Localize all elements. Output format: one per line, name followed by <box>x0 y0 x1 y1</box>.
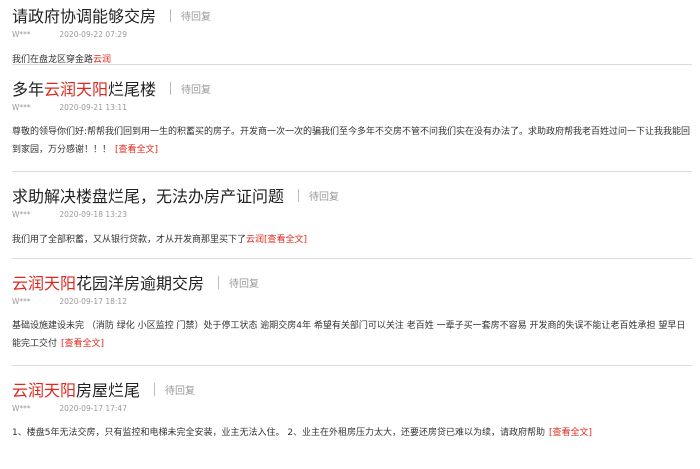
read-more-link[interactable]: [查看全文] <box>264 235 307 245</box>
read-more-link[interactable]: [查看全文] <box>549 428 592 438</box>
list-item: 请政府协调能够交房 待回复 W*** 2020-09-22 07:29 我们在盘… <box>12 2 692 65</box>
post-title-text: 多年 <box>12 80 45 99</box>
post-meta: W*** 2020-09-17 17:47 <box>12 403 692 415</box>
read-more-link[interactable]: [查看全文] <box>61 339 104 349</box>
post-date: 2020-09-21 13:11 <box>59 103 127 112</box>
post-user: W*** <box>12 210 31 219</box>
post-title-row: 云润天阳房屋烂尾 待回复 <box>12 376 692 402</box>
divider <box>170 81 172 95</box>
post-title-text: 烂尾楼 <box>108 80 157 99</box>
post-title-highlight: 云润天阳 <box>12 274 77 293</box>
post-title[interactable]: 请政府协调能够交房 <box>12 3 156 27</box>
post-title-highlight: 云润天阳 <box>44 80 109 99</box>
post-body-text: 基础设施建设未完 （消防 绿化 小区监控 门禁）处于停工状态 逾期交房4年 希望… <box>12 321 686 349</box>
status-badge: 待回复 <box>309 191 340 203</box>
post-date: 2020-09-17 17:47 <box>59 404 127 413</box>
post-title-row: 多年云润天阳烂尾楼 待回复 <box>12 75 692 101</box>
list-item: 云润天阳花园洋房逾期交房 待回复 W*** 2020-09-17 18:12 基… <box>12 269 692 366</box>
post-title[interactable]: 求助解决楼盘烂尾，无法办房产证问题 <box>12 183 284 207</box>
post-body-text: 我们在盘龙区穿金路 <box>12 55 94 65</box>
post-title-row: 云润天阳花园洋房逾期交房 待回复 <box>12 269 692 295</box>
post-title-row: 求助解决楼盘烂尾，无法办房产证问题 待回复 <box>12 182 692 208</box>
post-title[interactable]: 云润天阳房屋烂尾 <box>12 377 140 401</box>
post-title-text: 请政府协调能够交房 <box>12 7 157 26</box>
divider <box>218 275 220 289</box>
post-title-text: 房屋烂尾 <box>76 381 141 400</box>
complaint-list: 请政府协调能够交房 待回复 W*** 2020-09-22 07:29 我们在盘… <box>0 2 692 450</box>
post-body: 基础设施建设未完 （消防 绿化 小区监控 门禁）处于停工状态 逾期交房4年 希望… <box>12 308 692 361</box>
post-meta: W*** 2020-09-22 07:29 <box>12 29 692 41</box>
post-meta: W*** 2020-09-17 18:12 <box>12 296 692 308</box>
list-item: 云润天阳房屋烂尾 待回复 W*** 2020-09-17 17:47 1、楼盘5… <box>12 376 692 450</box>
post-user: W*** <box>12 297 31 306</box>
post-body: 1、楼盘5年无法交房，只有监控和电梯未完全安装，业主无法入住。 2、业主在外租房… <box>12 415 692 450</box>
post-title-text: 求助解决楼盘烂尾，无法办房产证问题 <box>12 187 285 206</box>
divider <box>170 8 172 22</box>
post-meta: W*** 2020-09-21 13:11 <box>12 102 692 114</box>
post-body-text: 我们用了全部积蓄，又从银行贷款，才从开发商那里买下了 <box>12 235 247 245</box>
post-body: 我们用了全部积蓄，又从银行贷款，才从开发商那里买下了云润[查看全文] <box>12 221 692 258</box>
list-item: 求助解决楼盘烂尾，无法办房产证问题 待回复 W*** 2020-09-18 13… <box>12 182 692 259</box>
post-user: W*** <box>12 103 31 112</box>
post-date: 2020-09-22 07:29 <box>59 30 127 39</box>
divider <box>298 188 300 202</box>
highlight-link[interactable]: 云润 <box>246 235 264 245</box>
read-more-link[interactable]: [查看全文] <box>115 145 158 155</box>
post-title[interactable]: 多年云润天阳烂尾楼 <box>12 76 156 100</box>
post-body: 我们在盘龙区穿金路云润 <box>12 41 692 78</box>
divider <box>154 382 156 396</box>
post-body-text: 1、楼盘5年无法交房，只有监控和电梯未完全安装，业主无法入住。 2、业主在外租房… <box>12 428 546 438</box>
post-date: 2020-09-18 13:23 <box>59 210 127 219</box>
status-badge: 待回复 <box>181 84 212 96</box>
post-title-row: 请政府协调能够交房 待回复 <box>12 2 692 28</box>
status-badge: 待回复 <box>181 11 212 23</box>
post-user: W*** <box>12 404 31 413</box>
post-title[interactable]: 云润天阳花园洋房逾期交房 <box>12 270 204 294</box>
status-badge: 待回复 <box>229 278 260 290</box>
status-badge: 待回复 <box>165 385 196 397</box>
post-title-text: 花园洋房逾期交房 <box>76 274 205 293</box>
list-item: 多年云润天阳烂尾楼 待回复 W*** 2020-09-21 13:11 尊敬的领… <box>12 75 692 172</box>
post-user: W*** <box>12 30 31 39</box>
post-body-text: 尊敬的领导你们好:帮帮我们回到用一生的积蓄买的房子。开发商一次一次的骗我们至今多… <box>12 127 691 155</box>
highlight-link[interactable]: 云润 <box>93 55 111 65</box>
post-title-highlight: 云润天阳 <box>12 381 77 400</box>
post-date: 2020-09-17 18:12 <box>59 297 127 306</box>
post-meta: W*** 2020-09-18 13:23 <box>12 209 692 221</box>
post-body: 尊敬的领导你们好:帮帮我们回到用一生的积蓄买的房子。开发商一次一次的骗我们至今多… <box>12 114 692 167</box>
